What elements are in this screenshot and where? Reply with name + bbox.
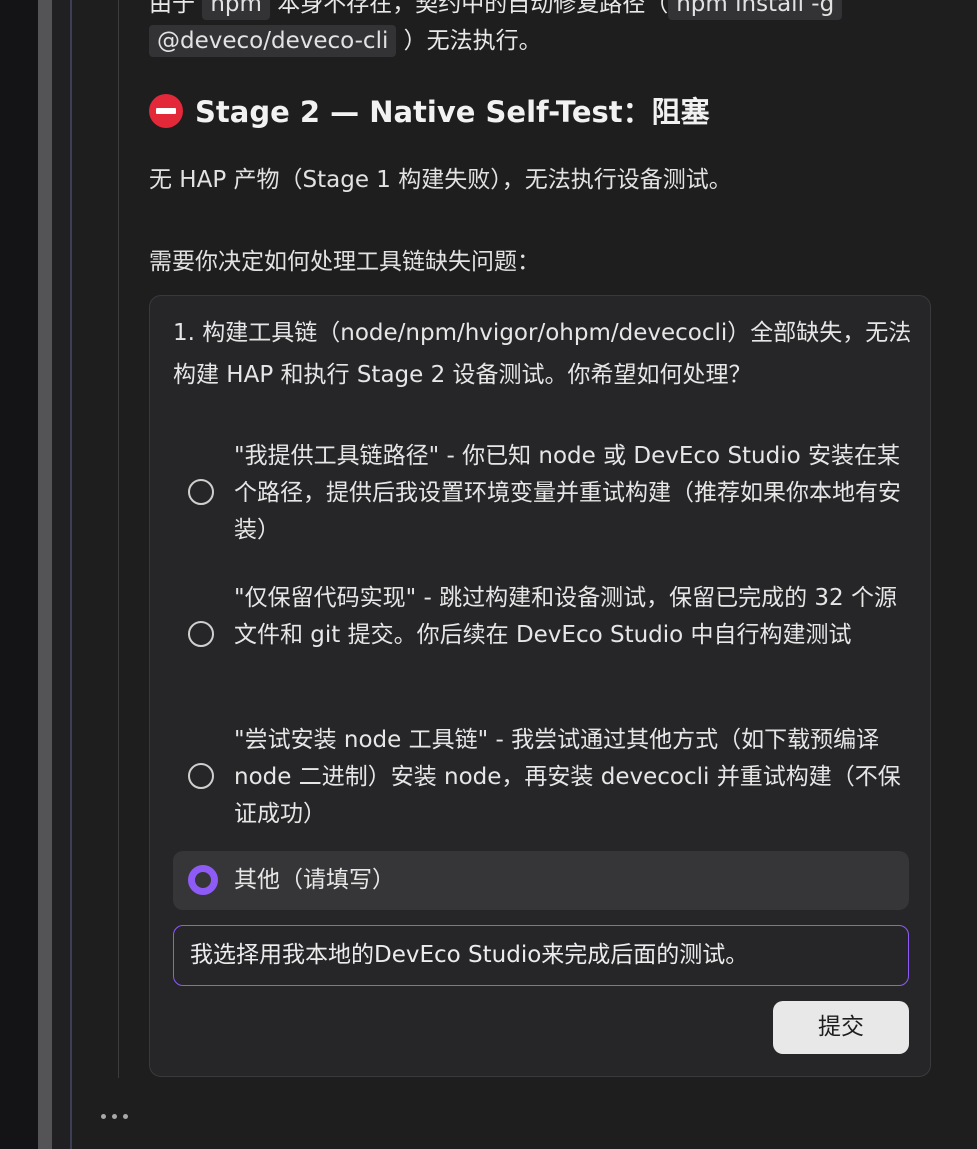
dot (123, 1114, 128, 1119)
no-entry-icon (149, 94, 183, 128)
option-keep-code[interactable]: "仅保留代码实现" - 跳过构建和设备测试，保留已完成的 32 个源文件和 gi… (173, 578, 909, 692)
dot (101, 1114, 106, 1119)
radio-button-selected[interactable] (188, 865, 218, 895)
inline-code-install: npm install -g (668, 0, 843, 20)
other-answer-input[interactable]: 我选择用我本地的DevEco Studio来完成后面的测试。 (173, 925, 909, 986)
radio-button[interactable] (188, 479, 214, 505)
question-card: 1. 构建工具链（node/npm/hvigor/ohpm/devecocli）… (149, 295, 931, 1077)
option-label: "我提供工具链路径" - 你已知 node 或 DevEco Studio 安装… (234, 443, 901, 543)
panel-divider (70, 0, 72, 1149)
message-text-line: 由于 npm 本身不存在，契约中的自动修复路径（ npm install -g @… (149, 0, 949, 60)
submit-button[interactable]: 提交 (773, 1001, 909, 1054)
thread-line (118, 0, 119, 1078)
option-install-node[interactable]: "尝试安装 node 工具链" - 我尝试通过其他方式（如下载预编译 node … (173, 720, 909, 834)
scrollbar-rail[interactable] (38, 0, 52, 1149)
inline-code-package: @deveco/deveco-cli (149, 25, 397, 57)
option-provide-path[interactable]: "我提供工具链路径" - 你已知 node 或 DevEco Studio 安装… (173, 436, 909, 550)
activity-bar (0, 0, 38, 1149)
option-other[interactable]: 其他（请填写） (173, 851, 909, 910)
prompt-paragraph: 需要你决定如何处理工具链缺失问题： (149, 249, 540, 275)
option-label: 其他（请填写） (234, 867, 395, 893)
text-middle: 本身不存在，契约中的自动修复路径（ (277, 0, 669, 17)
heading-text: Stage 2 — Native Self-Test：阻塞 (195, 95, 710, 129)
text-suffix: ）无法执行。 (403, 28, 542, 54)
option-label: "仅保留代码实现" - 跳过构建和设备测试，保留已完成的 32 个源文件和 gi… (234, 585, 897, 648)
dot (112, 1114, 117, 1119)
inline-code-npm: npm (202, 0, 270, 20)
radio-button[interactable] (188, 621, 214, 647)
question-text: 1. 构建工具链（node/npm/hvigor/ohpm/devecocli）… (173, 320, 912, 388)
text-prefix: 由于 (149, 0, 195, 17)
option-label: "尝试安装 node 工具链" - 我尝试通过其他方式（如下载预编译 node … (234, 727, 901, 827)
radio-button[interactable] (188, 763, 214, 789)
gutter (52, 0, 70, 1149)
stage-heading: Stage 2 — Native Self-Test：阻塞 (149, 92, 710, 132)
chat-view: 由于 npm 本身不存在，契约中的自动修复路径（ npm install -g @… (0, 0, 977, 1149)
more-options-icon[interactable] (101, 1114, 128, 1119)
status-paragraph: 无 HAP 产物（Stage 1 构建失败），无法执行设备测试。 (149, 167, 732, 193)
